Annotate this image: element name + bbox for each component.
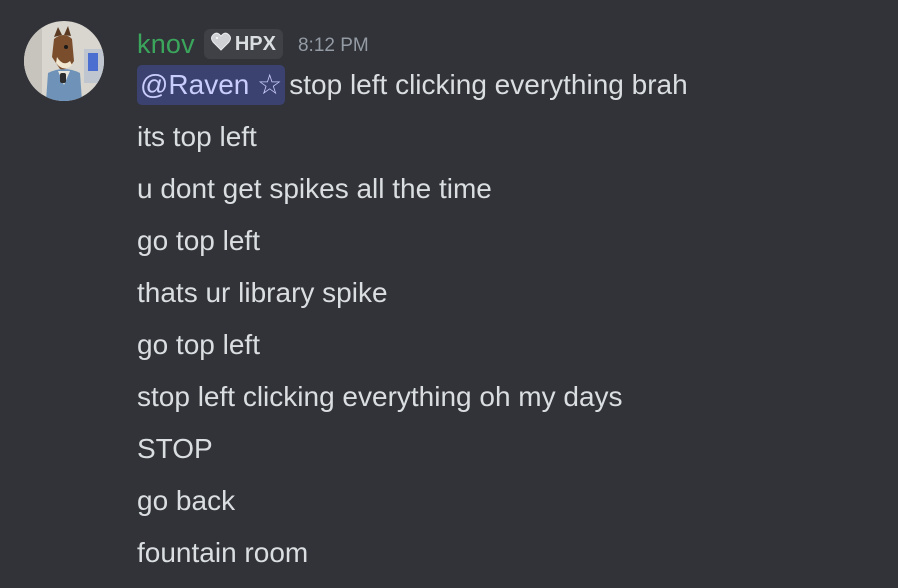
message-line: u dont get spikes all the time <box>137 166 688 218</box>
message-text: STOP <box>137 433 213 464</box>
server-tag-label: HPX <box>234 32 276 55</box>
message-line: go top left <box>137 322 688 374</box>
message-text: thats ur library spike <box>137 277 388 308</box>
timestamp[interactable]: 8:12 PM <box>298 35 369 57</box>
avatar-image <box>24 21 104 101</box>
message-line: @Raven ☆ stop left clicking everything br… <box>137 62 688 114</box>
server-tag[interactable]: HPX <box>203 29 283 59</box>
message-line: fountain room <box>137 530 688 582</box>
user-mention[interactable]: @Raven ☆ <box>137 65 286 105</box>
message-text: fountain room <box>137 537 309 568</box>
message-text: u dont get spikes all the time <box>137 173 492 204</box>
chat-message: knov HPX 8:12 PM @Raven ☆ stop left click… <box>0 0 898 588</box>
message-line: its top left <box>137 114 688 166</box>
message-line: go top left <box>137 218 688 270</box>
message-text: stop left clicking everything oh my days <box>137 381 623 412</box>
message-text: go top left <box>137 225 260 256</box>
message-line: thats ur library spike <box>137 270 688 322</box>
message-text: its top left <box>137 121 257 152</box>
message-text: stop left clicking everything brah <box>289 69 688 100</box>
message-header: knov HPX 8:12 PM <box>137 26 369 62</box>
message-line: stop left clicking everything oh my days <box>137 374 688 426</box>
message-line: STOP <box>137 426 688 478</box>
heart-icon <box>210 32 232 57</box>
message-text: go top left <box>137 329 260 360</box>
message-text: go back <box>137 485 236 516</box>
message-line: go back <box>137 478 688 530</box>
avatar[interactable] <box>24 21 104 101</box>
username[interactable]: knov <box>137 29 195 60</box>
message-content: @Raven ☆ stop left clicking everything br… <box>137 62 688 582</box>
